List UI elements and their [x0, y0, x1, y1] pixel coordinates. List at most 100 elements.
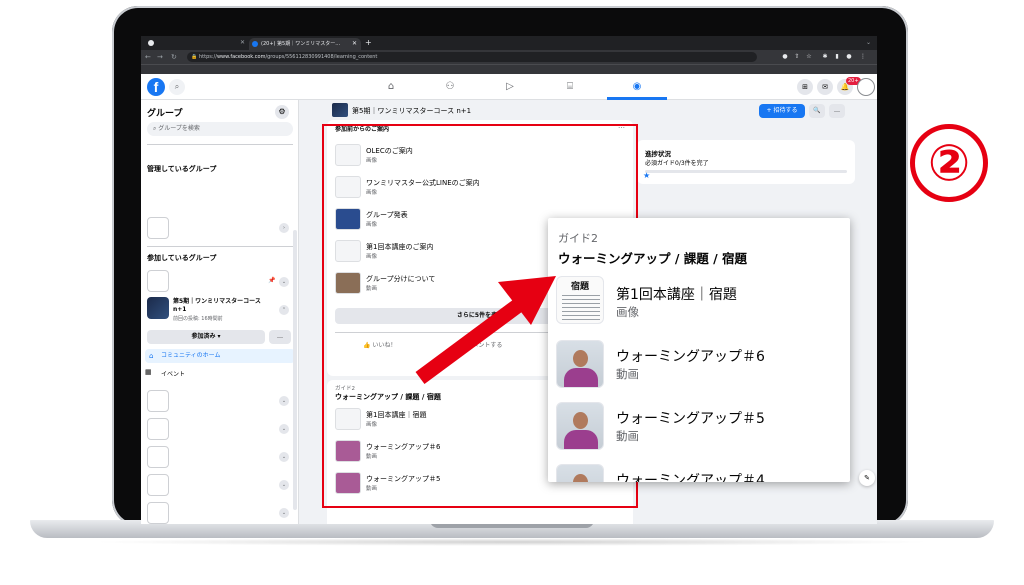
joined-heading: 参加しているグループ	[147, 254, 217, 262]
marketplace-icon[interactable]: ⌸	[561, 78, 579, 96]
window-menu-icon[interactable]	[148, 40, 154, 46]
group-placeholder-thumb[interactable]	[147, 474, 169, 496]
sidepanel-icon[interactable]: ▮	[833, 53, 841, 61]
chevron-down-icon[interactable]: ⌄	[279, 396, 289, 406]
list-item-type: 動画	[616, 367, 639, 381]
forward-icon[interactable]: →	[157, 51, 163, 63]
sidebar-item-events[interactable]: ▦ イベント	[145, 368, 186, 378]
url-path: /groups/556112830991408/learning_content	[265, 54, 378, 60]
list-item-title[interactable]: ウォーミングアップ＃6	[616, 346, 765, 366]
community-home-label: コミュニティのホーム	[161, 352, 221, 359]
invite-button[interactable]: + 招待する	[759, 104, 805, 118]
group-placeholder-thumb[interactable]	[147, 270, 169, 292]
group-placeholder-thumb[interactable]	[147, 217, 169, 239]
new-tab-icon[interactable]: +	[365, 37, 372, 49]
guide-title: ウォーミングアップ / 課題 / 宿題	[558, 251, 748, 266]
close-icon[interactable]: ✕	[352, 38, 357, 50]
doc-heading: 宿題	[571, 282, 590, 292]
more-icon[interactable]: …	[829, 104, 845, 118]
groups-sidebar: グループ ⚙ ⌕ グループを検索 管理しているグループ › 参加しているグループ…	[141, 100, 299, 524]
person-image	[557, 403, 603, 449]
reload-icon[interactable]: ↻	[171, 51, 177, 63]
list-item-title[interactable]: ウォーミングアップ＃4	[616, 470, 765, 482]
more-button[interactable]: …	[269, 330, 291, 344]
search-icon[interactable]: ⌕	[169, 79, 185, 95]
document-thumbnail[interactable]: 宿題	[556, 276, 604, 324]
group-name[interactable]: 第5期｜ワンミリマスターコース n+1	[173, 298, 273, 314]
menu-grid-icon[interactable]: ⊞	[797, 79, 813, 95]
group-placeholder-thumb[interactable]	[147, 502, 169, 524]
home-icon: ⌂	[149, 352, 154, 360]
group-placeholder-thumb[interactable]	[147, 446, 169, 468]
back-icon[interactable]: ←	[145, 51, 151, 63]
edit-icon[interactable]: ✎	[859, 470, 875, 486]
browser-tab-bar: ✕ (20+) 第5期｜ワンミリマスター… ✕ + ⌄	[141, 36, 877, 50]
home-icon[interactable]: ⌂	[382, 78, 400, 96]
avatar[interactable]	[857, 78, 875, 96]
progress-title: 進捗状況	[645, 150, 671, 158]
sidebar-item-community-home[interactable]: ⌂ コミュニティのホーム	[145, 349, 295, 363]
chevron-down-icon[interactable]: ⌄	[866, 37, 871, 49]
chevron-down-icon[interactable]: ⌄	[279, 452, 289, 462]
profile-icon[interactable]: ●	[845, 53, 853, 61]
messenger-icon[interactable]: ✉	[817, 79, 833, 95]
watch-icon[interactable]: ▷	[501, 78, 519, 96]
chevron-right-icon[interactable]: ›	[279, 223, 289, 233]
facebook-top-bar: f ⌕ ⌂ ⚇ ▷ ⌸ ◉ ⊞ ✉ 🔔 20+	[141, 74, 877, 100]
kebab-menu-icon[interactable]: ⋮	[859, 53, 867, 61]
extension-icon[interactable]: ✱	[821, 53, 829, 61]
chevron-down-icon[interactable]: ⌄	[279, 480, 289, 490]
friends-icon[interactable]: ⚇	[441, 78, 459, 96]
person-image	[557, 341, 603, 387]
sidebar-title: グループ	[147, 109, 183, 119]
group-title[interactable]: 第5期｜ワンミリマスターコース n+1	[352, 106, 471, 116]
joined-button[interactable]: 参加済み ▾	[147, 330, 265, 344]
star-icon[interactable]: ☆	[805, 53, 813, 61]
group-header: 第5期｜ワンミリマスターコース n+1 + 招待する 🔍 …	[299, 100, 877, 120]
guide-label: ガイド2	[558, 232, 598, 245]
pin-icon[interactable]: 📌	[268, 277, 275, 284]
search-placeholder: グループを検索	[158, 125, 200, 132]
video-thumbnail[interactable]	[556, 402, 604, 450]
chevron-down-icon[interactable]: ⌄	[279, 424, 289, 434]
events-label: イベント	[161, 371, 186, 378]
star-icon: ★	[643, 171, 651, 180]
group-thumbnail[interactable]	[332, 103, 348, 117]
list-item-title[interactable]: 第1回本講座｜宿題	[616, 284, 737, 304]
tab-title: (20+) 第5期｜ワンミリマスター…	[261, 41, 341, 47]
person-image	[557, 465, 603, 482]
groups-icon[interactable]: ◉	[628, 78, 646, 96]
list-item-title[interactable]: ウォーミングアップ＃5	[616, 408, 765, 428]
search-icon[interactable]: 🔍	[809, 104, 825, 118]
chevron-down-icon[interactable]: ⌄	[279, 277, 289, 287]
chevron-down-icon[interactable]: ⌄	[279, 508, 289, 518]
group-thumbnail[interactable]	[147, 297, 169, 319]
chevron-up-icon[interactable]: ⌃	[279, 305, 289, 315]
managing-heading: 管理しているグループ	[147, 165, 217, 173]
share-icon[interactable]: ⇧	[793, 53, 801, 61]
divider	[147, 246, 293, 247]
group-last-active: 前回の投稿: 16時間前	[173, 316, 223, 322]
joined-label: 参加済み ▾	[191, 333, 221, 340]
gear-icon[interactable]: ⚙	[275, 105, 289, 119]
facebook-logo-icon[interactable]: f	[147, 78, 165, 96]
url-input[interactable]: 🔒 https://www.facebook.com/groups/5561128…	[187, 52, 757, 62]
facebook-favicon-icon	[252, 41, 258, 47]
browser-tab-active[interactable]: (20+) 第5期｜ワンミリマスター… ✕	[249, 38, 361, 50]
group-placeholder-thumb[interactable]	[147, 390, 169, 412]
video-thumbnail[interactable]	[556, 340, 604, 388]
lock-icon: 🔒	[191, 54, 198, 60]
zoom-callout: ガイド2 ウォーミングアップ / 課題 / 宿題 宿題 第1回本講座｜宿題 画像…	[548, 218, 850, 482]
group-search-input[interactable]: ⌕ グループを検索	[147, 122, 293, 136]
group-placeholder-thumb[interactable]	[147, 418, 169, 440]
progress-card: 進捗状況 必須ガイド0/3件を完了 ★	[637, 140, 855, 184]
close-icon[interactable]: ✕	[240, 38, 245, 48]
google-icon[interactable]: ●	[781, 53, 789, 61]
sidebar-scrollbar[interactable]	[293, 230, 297, 510]
tutorial-figure: ✕ (20+) 第5期｜ワンミリマスター… ✕ + ⌄ ← → ↻ 🔒 https…	[0, 0, 1024, 585]
divider	[147, 144, 293, 145]
video-thumbnail[interactable]	[556, 464, 604, 482]
url-prefix: https://	[199, 54, 217, 60]
laptop-shadow	[90, 538, 934, 546]
url-host: www.facebook.com	[216, 54, 266, 60]
